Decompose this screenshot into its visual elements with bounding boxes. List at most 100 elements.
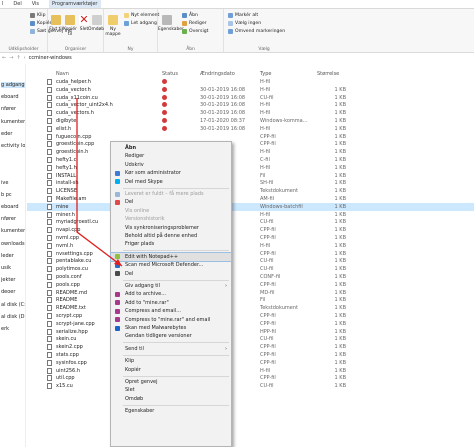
file-row[interactable]: Makefile.am AM-fil 1 KB (27, 195, 474, 203)
nav-item[interactable]: erk (1, 326, 9, 332)
rename-icon[interactable] (92, 15, 102, 25)
file-row[interactable]: cuda_vector_uint2x4.h 30-01-2019 16:08 H-f… (27, 101, 474, 109)
context-menu-item[interactable]: Egenskaber (111, 407, 231, 415)
context-menu-item[interactable]: Send til › (111, 345, 231, 353)
file-row[interactable]: skein.cu CU-fil 1 KB (27, 335, 474, 343)
context-menu-item[interactable]: Del med Skype (111, 178, 231, 186)
tab-file[interactable]: l (2, 1, 3, 7)
tab-share[interactable]: Del (13, 1, 21, 7)
invert-selection-button[interactable]: Omvend markeringen (228, 29, 285, 34)
file-row[interactable]: myriadgroestl.cu CU-fil 1 KB (27, 218, 474, 226)
file-row[interactable]: miner.h H-fil 1 KB (27, 211, 474, 219)
context-menu-item[interactable]: Scan med Microsoft Defender... (111, 261, 231, 269)
context-menu-item[interactable]: Åbn (111, 144, 231, 152)
select-none-button[interactable]: Vælg ingen (228, 21, 261, 26)
file-row[interactable]: util.cpp CPP-fil 1 KB (27, 374, 474, 382)
context-menu-item[interactable]: Opret genvej (111, 378, 231, 386)
context-menu-item[interactable]: Rediger (111, 152, 231, 160)
context-menu-item[interactable]: Compress to "mine.rar" and email (111, 316, 231, 324)
file-row[interactable]: nvapi.cpp CPP-fil 1 KB (27, 226, 474, 234)
copy-to-icon[interactable] (65, 15, 75, 25)
new-item-button[interactable]: Nyt element (124, 13, 159, 18)
nav-item[interactable]: ive (1, 180, 8, 186)
column-size[interactable]: Størrelse (317, 71, 339, 77)
context-menu-item[interactable]: Behold altid på denne enhed (111, 232, 231, 240)
file-row[interactable]: polytimos.cu CU-fil 1 KB (27, 265, 474, 273)
nav-item[interactable]: al disk (C:) (1, 302, 25, 308)
context-menu-item[interactable]: Giv adgang til › (111, 282, 231, 290)
context-menu-item[interactable]: Gendan tidligere versioner (111, 332, 231, 340)
context-menu-item[interactable]: Kør som administrator (111, 169, 231, 177)
context-menu-item[interactable]: Add to "mine.rar" (111, 299, 231, 307)
nav-item[interactable]: nfører (1, 106, 16, 112)
file-row[interactable]: hefty1.h H-fil 1 KB (27, 164, 474, 172)
back-arrow-icon[interactable]: ← (2, 55, 6, 61)
nav-item[interactable]: ectivity logo (1, 143, 25, 149)
context-menu-item[interactable]: Slet (111, 386, 231, 394)
file-row[interactable]: nvml.cpp CPP-fil 1 KB (27, 234, 474, 242)
rename-label[interactable]: Omdøb (88, 27, 104, 32)
nav-item[interactable]: g adgang (1, 82, 25, 88)
file-row[interactable]: stats.cpp CPP-fil 1 KB (27, 351, 474, 359)
file-row[interactable]: cuda_vectors.h 30-01-2019 16:08 H-fil 1 KB (27, 109, 474, 117)
new-folder-label[interactable]: Ny mappe (104, 27, 122, 37)
column-status[interactable]: Status (162, 71, 178, 77)
nav-item[interactable]: ownloads (1, 241, 25, 247)
nav-item[interactable]: eboard (1, 94, 19, 100)
file-row[interactable]: elist.h 30-01-2019 16:08 H-fil 1 KB (27, 125, 474, 133)
properties-icon[interactable] (162, 15, 172, 25)
file-row[interactable]: x15.cu CU-fil 1 KB (27, 382, 474, 390)
file-row[interactable]: pools.conf CONF-fil 1 KB (27, 273, 474, 281)
file-row[interactable]: fuguecoin.cpp CPP-fil 1 KB (27, 133, 474, 141)
file-row[interactable]: groestlcoin.h H-fil 1 KB (27, 148, 474, 156)
file-row[interactable]: README.md MD-fil 1 KB (27, 289, 474, 297)
file-row[interactable]: nvml.h H-fil 1 KB (27, 242, 474, 250)
context-menu-item[interactable]: Edit with Notepad++ (110, 251, 232, 262)
select-all-button[interactable]: Markér alt (228, 13, 258, 18)
file-row[interactable]: uint256.h H-fil 1 KB (27, 367, 474, 375)
delete-icon[interactable]: ✕ (79, 14, 89, 25)
context-menu-item[interactable]: Frigør plads (111, 240, 231, 248)
nav-item[interactable]: eder (1, 131, 12, 137)
nav-item[interactable]: jekter (1, 277, 15, 283)
easy-access-button[interactable]: Let adgang (124, 21, 157, 26)
context-menu-item[interactable]: Compress and email... (111, 307, 231, 315)
file-row[interactable]: groestlcoin.cpp CPP-fil 1 KB (27, 140, 474, 148)
file-row[interactable]: README Fil 1 KB (27, 296, 474, 304)
file-row[interactable]: pentablake.cu CU-fil 1 KB (27, 257, 474, 265)
edit-button[interactable]: Rediger (182, 21, 207, 26)
nav-item[interactable]: kumenter (1, 119, 25, 125)
history-button[interactable]: Oversigt (182, 29, 208, 34)
nav-item[interactable]: kumenter (1, 228, 25, 234)
file-row[interactable]: LICENSE Tekstdokument 1 KB (27, 187, 474, 195)
context-menu-item[interactable]: Klip (111, 357, 231, 365)
column-name[interactable]: Navn (56, 71, 69, 77)
file-row[interactable]: nvsettings.cpp CPP-fil 1 KB (27, 250, 474, 258)
nav-item[interactable]: b pc (1, 192, 12, 198)
open-button[interactable]: Åbn (182, 13, 198, 18)
nav-item[interactable]: eboard (1, 204, 19, 210)
tab-view[interactable]: Vis (32, 1, 39, 7)
nav-item[interactable]: usik (1, 265, 11, 271)
address-path[interactable]: ccminer-windows (29, 55, 72, 61)
file-row[interactable]: pools.cpp CPP-fil 1 KB (27, 281, 474, 289)
context-menu-item[interactable]: Del (111, 198, 231, 206)
context-menu-item[interactable]: Udskriv (111, 161, 231, 169)
file-row[interactable]: cuda_helper.h H-fil (27, 78, 474, 86)
nav-item[interactable]: nfører (1, 216, 16, 222)
new-folder-icon[interactable] (108, 15, 118, 25)
file-row[interactable]: serialize.hpp HPP-fil 1 KB (27, 328, 474, 336)
file-row[interactable]: scrypt-jane.cpp CPP-fil 1 KB (27, 320, 474, 328)
file-row[interactable]: cuda_x11coin.cu 30-01-2019 16:08 CU-fil 1 K… (27, 94, 474, 102)
forward-arrow-icon[interactable]: → (9, 55, 13, 61)
file-row[interactable]: cuda_vector.h 30-01-2019 16:08 H-fil 1 KB (27, 86, 474, 94)
file-row[interactable]: scrypt.cpp CPP-fil 1 KB (27, 312, 474, 320)
cut-button[interactable]: Klip (30, 13, 45, 18)
file-row[interactable]: mine Windows-batchfil 1 KB (27, 202, 474, 211)
file-row[interactable]: hefty1.c C-fil 1 KB (27, 156, 474, 164)
properties-label[interactable]: Egenskaber (158, 27, 184, 32)
move-to-icon[interactable] (51, 15, 61, 25)
context-menu-item[interactable]: Skan med Malwarebytes (111, 324, 231, 332)
file-row[interactable]: INSTALL Fil 1 KB (27, 172, 474, 180)
context-menu-item[interactable]: Add to archive... (111, 290, 231, 298)
